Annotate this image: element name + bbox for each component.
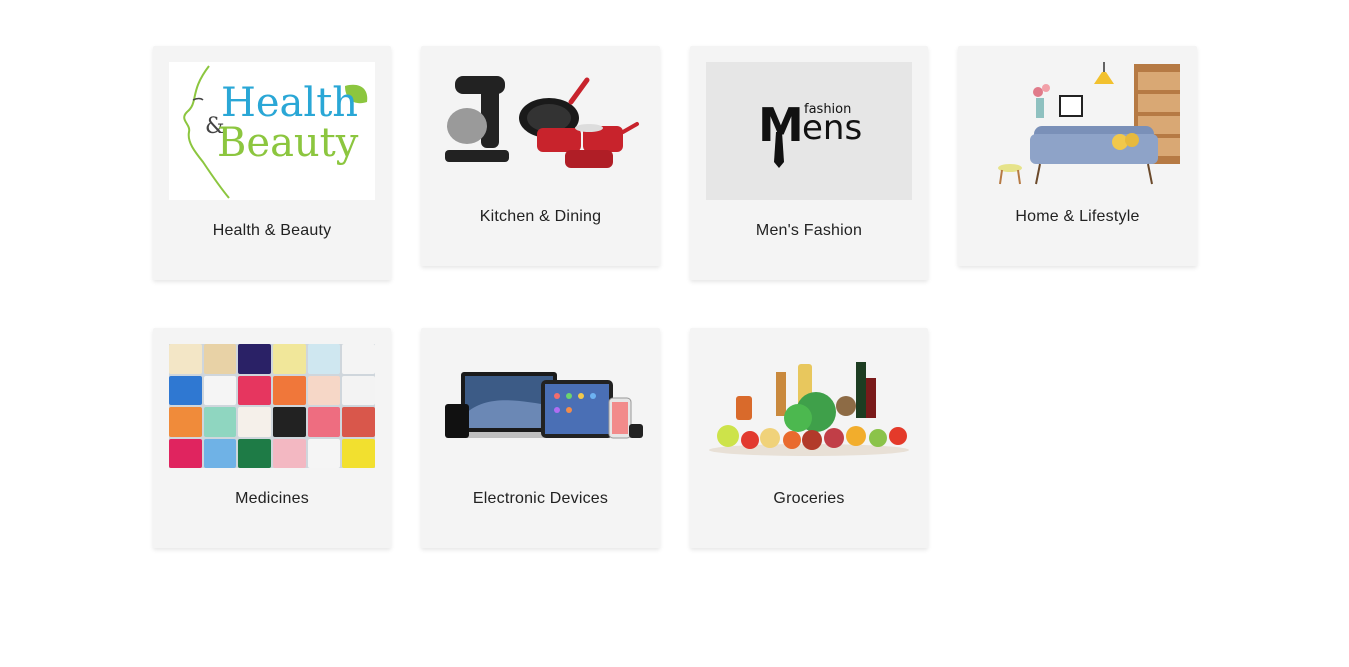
category-card-mens-fashion[interactable]: M fashion ens Men's Fashion: [690, 46, 928, 280]
category-label: Medicines: [235, 490, 309, 507]
groceries-image: [706, 344, 912, 468]
category-label: Kitchen & Dining: [479, 208, 602, 225]
category-card-groceries[interactable]: Groceries: [690, 328, 928, 548]
home-lifestyle-image: [974, 62, 1180, 192]
category-card-health-beauty[interactable]: Health & Beauty Health & Beauty: [153, 46, 391, 280]
category-card-home-lifestyle[interactable]: Home & Lifestyle: [958, 46, 1197, 266]
category-label: Men's Fashion: [755, 222, 863, 239]
mens-fashion-image: M fashion ens: [706, 62, 912, 200]
category-label: Health & Beauty: [212, 222, 332, 239]
category-card-electronic-devices[interactable]: Electronic Devices: [421, 328, 660, 548]
category-card-medicines[interactable]: Medicines: [153, 328, 391, 548]
electronic-devices-image: [437, 344, 643, 468]
beauty-text: Beauty: [217, 120, 359, 166]
category-label: Home & Lifestyle: [1015, 208, 1140, 225]
category-label: Electronic Devices: [472, 490, 609, 507]
category-card-kitchen-dining[interactable]: Kitchen & Dining: [421, 46, 660, 266]
medicines-image: [169, 344, 375, 468]
kitchen-dining-image: [437, 62, 643, 182]
health-beauty-image: Health & Beauty: [169, 62, 375, 200]
category-label: Groceries: [773, 490, 845, 507]
